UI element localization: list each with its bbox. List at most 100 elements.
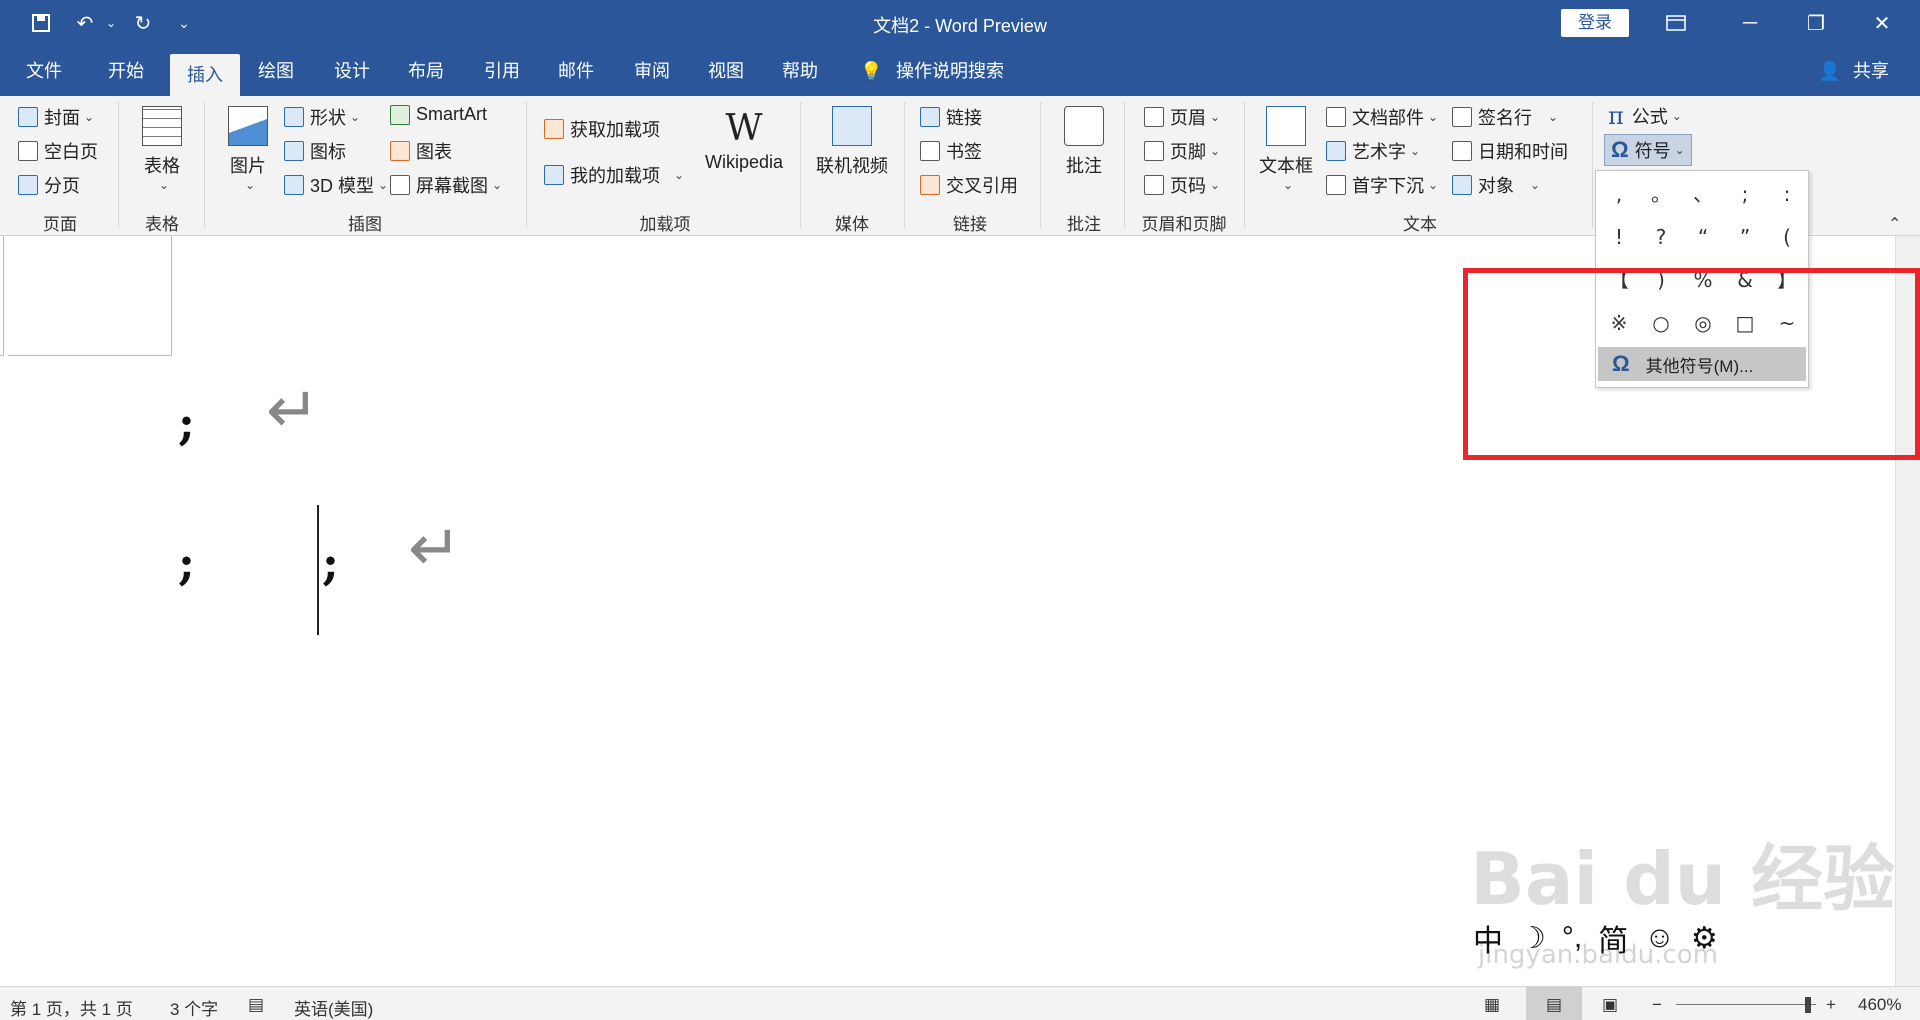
shapes-button[interactable]: 形状 ⌄ <box>284 104 360 130</box>
cover-page-button[interactable]: 封面 ⌄ <box>18 104 94 130</box>
tab-file[interactable]: 文件 <box>14 46 74 96</box>
cross-reference-button[interactable]: 交叉引用 <box>920 172 1018 198</box>
smartart-icon <box>390 104 410 125</box>
object-button[interactable]: 对象 ⌄ <box>1452 172 1540 198</box>
document-char: ; <box>322 536 339 590</box>
header-button[interactable]: 页眉 ⌄ <box>1144 104 1220 130</box>
title-bar: ↶ ⌄ ↻ ⌄ 文档2 - Word Preview 登录 ─ ❐ ✕ <box>0 0 1920 46</box>
tab-design[interactable]: 设计 <box>322 46 382 96</box>
table-button[interactable]: 表格 ⌄ <box>132 106 192 192</box>
proofing-icon[interactable]: ▤ <box>248 995 264 1015</box>
cross-reference-icon <box>920 175 940 195</box>
symbol-colon[interactable]: : <box>1766 173 1808 215</box>
ime-mode-chinese[interactable]: 中 <box>1473 916 1503 960</box>
wikipedia-button[interactable]: W Wikipedia <box>694 106 794 173</box>
word-count[interactable]: 3 个字 <box>170 995 218 1020</box>
tab-layout[interactable]: 布局 <box>396 46 456 96</box>
gear-icon[interactable]: ⚙ <box>1691 921 1718 956</box>
picture-button[interactable]: 图片 ⌄ <box>220 106 276 192</box>
ribbon-display-icon[interactable] <box>1646 0 1706 46</box>
page-number-button[interactable]: 页码 ⌄ <box>1144 172 1220 198</box>
drop-cap-button[interactable]: 首字下沉 ⌄ <box>1326 172 1438 198</box>
symbol-semicolon[interactable]: ; <box>1724 173 1766 215</box>
get-addins-button[interactable]: 获取加载项 <box>544 116 660 142</box>
zoom-slider[interactable] <box>1676 1004 1816 1005</box>
watermark-logo: Bai du 经验 <box>1470 837 1896 921</box>
highlight-annotation-box <box>1463 268 1920 460</box>
minimize-icon[interactable]: ─ <box>1720 0 1780 46</box>
link-button[interactable]: 链接 <box>920 104 982 130</box>
tab-mailings[interactable]: 邮件 <box>546 46 606 96</box>
login-button[interactable]: 登录 <box>1561 9 1629 37</box>
menu-tabs: 文件 开始 插入 绘图 设计 布局 引用 邮件 审阅 视图 帮助 💡 操作说明搜… <box>0 46 1920 96</box>
equation-button[interactable]: π 公式 ⌄ <box>1608 102 1682 130</box>
collapse-ribbon-icon[interactable]: ⌃ <box>1888 214 1901 234</box>
screenshot-button[interactable]: 屏幕截图 ⌄ <box>390 172 502 198</box>
page-break-button[interactable]: 分页 <box>18 172 80 198</box>
read-mode-icon[interactable]: ▦ <box>1484 995 1500 1015</box>
punctuation-icon[interactable]: °, <box>1562 921 1582 955</box>
wordart-button[interactable]: 艺术字 ⌄ <box>1326 138 1420 164</box>
symbol-left-quote[interactable]: “ <box>1682 216 1724 258</box>
window-title: 文档2 - Word Preview <box>873 16 1047 36</box>
zoom-in-icon[interactable]: + <box>1826 995 1836 1015</box>
crop-mark <box>8 236 172 356</box>
my-addins-button[interactable]: 我的加载项 ⌄ <box>544 162 684 188</box>
symbol-period[interactable]: 。 <box>1640 173 1682 215</box>
textbox-button[interactable]: 文本框 ⌄ <box>1256 106 1316 192</box>
online-video-button[interactable]: 联机视频 <box>812 106 892 178</box>
footer-button[interactable]: 页脚 ⌄ <box>1144 138 1220 164</box>
symbol-enumeration-comma[interactable]: 、 <box>1682 173 1724 215</box>
restore-icon[interactable]: ❐ <box>1786 0 1846 46</box>
video-icon <box>832 106 872 146</box>
new-comment-button[interactable]: 批注 <box>1054 106 1114 178</box>
icons-button[interactable]: 图标 <box>284 138 346 164</box>
cover-page-icon <box>18 107 38 127</box>
symbol-question[interactable]: ? <box>1640 216 1682 258</box>
tab-insert[interactable]: 插入 <box>170 54 240 96</box>
zoom-slider-thumb[interactable] <box>1804 997 1811 1013</box>
blank-page-button[interactable]: 空白页 <box>18 138 98 164</box>
symbol-comma[interactable]: , <box>1598 173 1640 215</box>
emoji-icon[interactable]: ☺ <box>1644 921 1675 955</box>
paragraph-mark: ↵ <box>266 374 320 448</box>
tab-references[interactable]: 引用 <box>472 46 532 96</box>
date-time-button[interactable]: 日期和时间 <box>1452 138 1568 164</box>
3d-model-button[interactable]: 3D 模型 ⌄ <box>284 172 388 198</box>
language-indicator[interactable]: 英语(美国) <box>294 995 373 1020</box>
symbol-left-paren[interactable]: ( <box>1766 216 1808 258</box>
page-count[interactable]: 第 1 页，共 1 页 <box>10 995 133 1020</box>
tab-home[interactable]: 开始 <box>96 46 156 96</box>
share-button[interactable]: 共享 <box>1846 46 1896 96</box>
smartart-button[interactable]: SmartArt <box>390 104 487 125</box>
tell-me-search[interactable]: 操作说明搜索 <box>896 46 1016 96</box>
textbox-icon <box>1266 106 1306 146</box>
zoom-out-icon[interactable]: − <box>1652 995 1662 1015</box>
tab-view[interactable]: 视图 <box>696 46 756 96</box>
camera-icon <box>390 175 410 195</box>
print-layout-icon[interactable]: ▤ <box>1526 987 1582 1020</box>
ime-simplified[interactable]: 简 <box>1598 916 1628 960</box>
ime-toolbar[interactable]: 中 ☽ °, 简 ☺ ⚙ <box>1473 918 1773 958</box>
tab-help[interactable]: 帮助 <box>770 46 830 96</box>
bookmark-button[interactable]: 书签 <box>920 138 982 164</box>
close-icon[interactable]: ✕ <box>1852 0 1912 46</box>
moon-icon[interactable]: ☽ <box>1519 921 1546 956</box>
chart-button[interactable]: 图表 <box>390 138 452 164</box>
symbol-exclamation[interactable]: ! <box>1598 216 1640 258</box>
group-label-pages: 页面 <box>43 215 77 234</box>
signature-icon <box>1452 107 1472 127</box>
quick-parts-button[interactable]: 文档部件 ⌄ <box>1326 104 1438 130</box>
symbol-button[interactable]: Ω 符号 ⌄ <box>1604 134 1692 166</box>
group-label-media: 媒体 <box>835 215 869 234</box>
web-layout-icon[interactable]: ▣ <box>1602 995 1618 1015</box>
text-cursor <box>317 505 319 635</box>
group-label-header-footer: 页眉和页脚 <box>1141 215 1227 234</box>
group-label-text: 文本 <box>1403 215 1437 234</box>
signature-line-button[interactable]: 签名行 ⌄ <box>1452 104 1558 130</box>
zoom-level[interactable]: 460% <box>1858 995 1901 1015</box>
page-number-icon <box>1144 175 1164 195</box>
tab-review[interactable]: 审阅 <box>622 46 682 96</box>
symbol-right-quote[interactable]: ” <box>1724 216 1766 258</box>
tab-draw[interactable]: 绘图 <box>246 46 306 96</box>
